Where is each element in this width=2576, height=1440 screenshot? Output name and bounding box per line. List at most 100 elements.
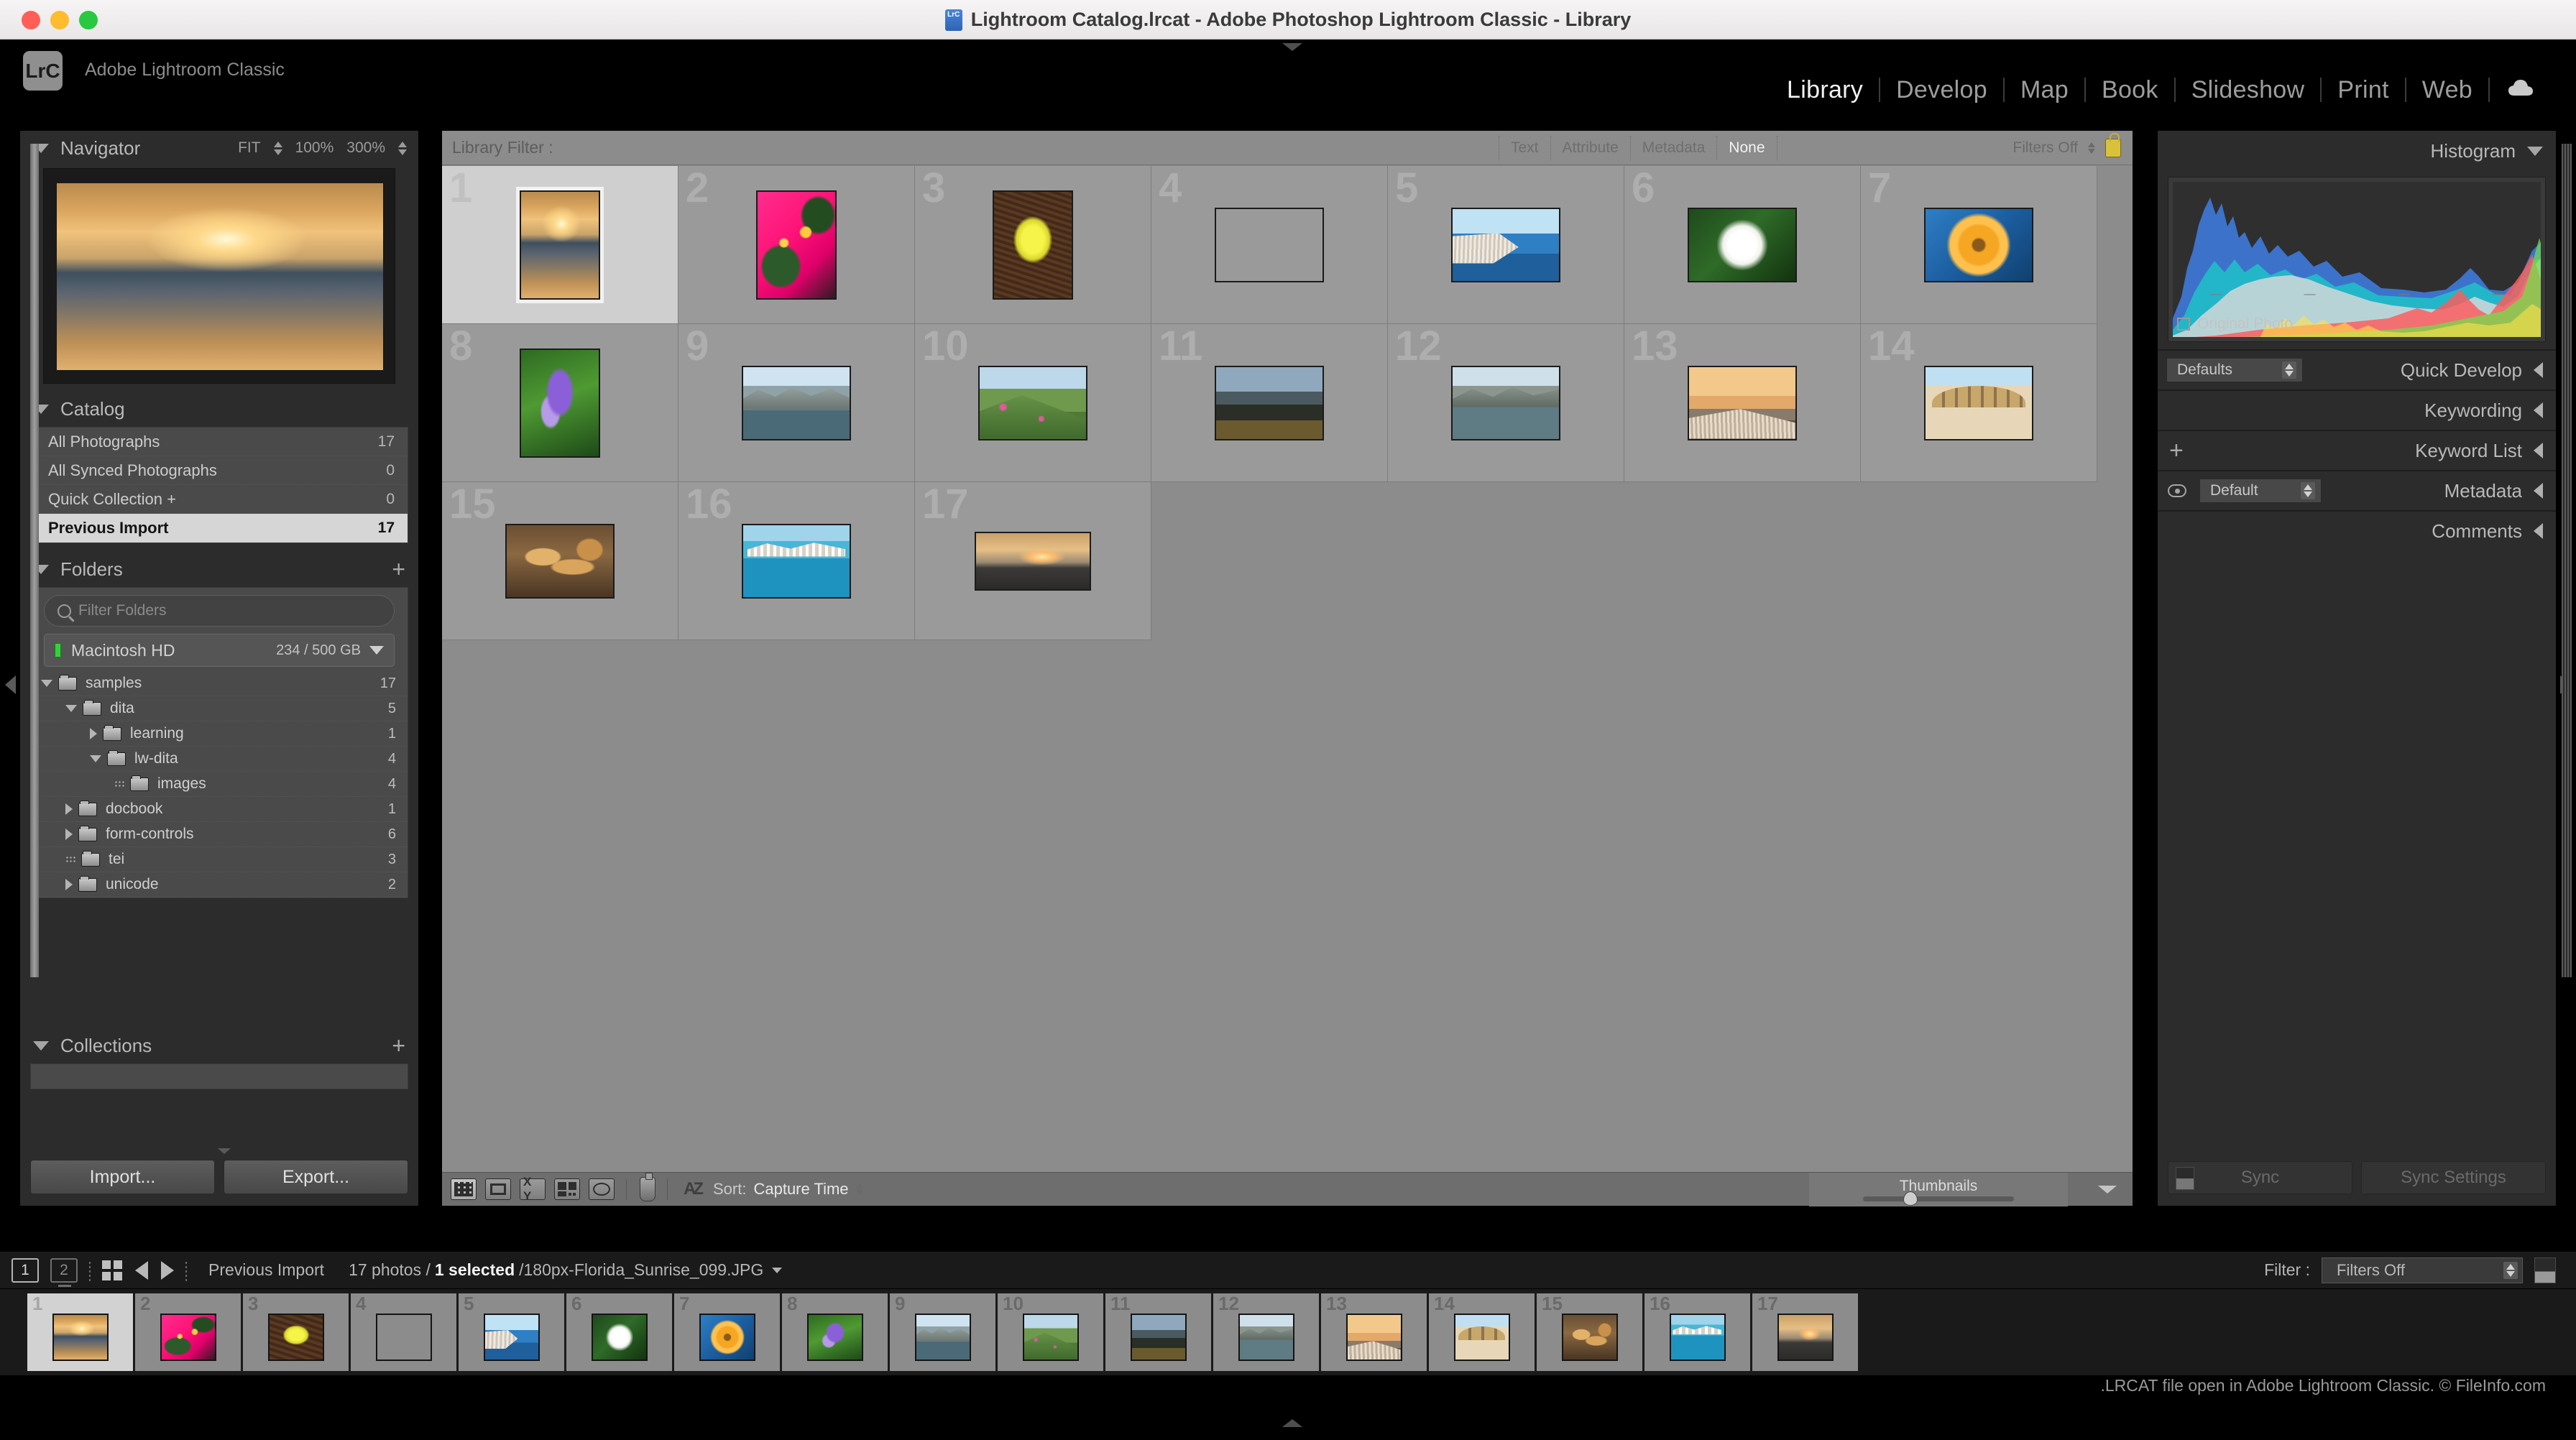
add-folder-button[interactable]: + <box>392 558 405 581</box>
grid-cell[interactable]: 7 <box>1861 166 2097 324</box>
chevron-right-icon[interactable] <box>65 879 73 890</box>
back-arrow-icon[interactable] <box>135 1260 148 1280</box>
filmstrip-thumbnail[interactable] <box>699 1314 755 1361</box>
quick-develop-disclosure-icon[interactable] <box>2534 362 2543 378</box>
keywording-header[interactable]: Keywording <box>2158 389 2556 430</box>
histogram-disclosure-icon[interactable] <box>2527 146 2543 156</box>
grid-cell[interactable]: 13 <box>1624 324 1861 482</box>
grid-thumbnail[interactable] <box>516 186 604 303</box>
filmstrip-flag-filter-icon[interactable] <box>2534 1257 2556 1283</box>
zoom-300-stepper-icon[interactable] <box>398 141 407 155</box>
folder-item-form-controls[interactable]: form-controls 6 <box>31 822 408 847</box>
grid-thumbnail[interactable] <box>520 348 600 458</box>
grid-cell[interactable]: 16 <box>678 482 915 640</box>
filmstrip-filter-combo[interactable]: Filters Off <box>2322 1257 2523 1283</box>
filmstrip-filter-stepper-icon[interactable] <box>2503 1261 2518 1279</box>
filmstrip-cell[interactable]: 13 <box>1321 1293 1427 1371</box>
quick-develop-preset-stepper-icon[interactable] <box>2282 361 2296 379</box>
library-filter-right-group[interactable]: Filters Off <box>2012 132 2121 157</box>
filmstrip-thumbnail[interactable] <box>1777 1314 1834 1361</box>
library-filter-tabs[interactable]: Text Attribute Metadata None <box>1499 135 1777 160</box>
folder-item-docbook[interactable]: docbook 1 <box>31 797 408 822</box>
catalog-item-quick-collection[interactable]: Quick Collection + 0 <box>31 485 408 514</box>
catalog-item-all-photographs[interactable]: All Photographs 17 <box>31 428 408 456</box>
grid-thumbnail[interactable] <box>1688 365 1797 440</box>
chevron-right-icon[interactable] <box>65 803 73 815</box>
grid-cell[interactable]: 3 <box>915 166 1151 324</box>
grid-cell[interactable]: 12 <box>1388 324 1624 482</box>
bottom-panel-reveal-arrow[interactable] <box>1282 1419 1302 1427</box>
grid-thumbnail[interactable] <box>978 365 1087 440</box>
grid-cell[interactable]: 17 <box>915 482 1151 640</box>
folder-item-unicode[interactable]: unicode 2 <box>31 872 408 897</box>
comments-disclosure-icon[interactable] <box>2534 523 2543 539</box>
left-panel-reveal-arrow[interactable] <box>218 1148 231 1154</box>
filmstrip-thumbnail[interactable] <box>1346 1314 1402 1361</box>
filmstrip-grid-icon[interactable] <box>102 1260 122 1280</box>
quick-develop-header[interactable]: Defaults Quick Develop <box>2158 349 2556 389</box>
thumbnail-grid[interactable]: 1 2 3 4 5 6 7 8 9 10 11 12 13 14 15 16 17 <box>442 166 2133 1143</box>
grid-thumbnail[interactable] <box>975 531 1091 591</box>
filmstrip-thumbnail[interactable] <box>52 1314 109 1361</box>
navigator-zoom-controls[interactable]: FIT 100% 300% <box>238 139 407 157</box>
metadata-preset-stepper-icon[interactable] <box>2301 482 2315 499</box>
keyword-list-header[interactable]: + Keyword List <box>2158 430 2556 470</box>
filmstrip-cell[interactable]: 5 <box>459 1293 564 1371</box>
compare-view-icon[interactable]: X Y <box>520 1175 546 1203</box>
sort-az-icon[interactable]: A Z <box>684 1179 704 1199</box>
grid-thumbnail[interactable] <box>742 365 851 440</box>
grid-thumbnail[interactable] <box>1688 207 1797 282</box>
toolbar-options-arrow[interactable] <box>2098 1185 2117 1194</box>
zoom-fit-label[interactable]: FIT <box>238 139 261 157</box>
grid-thumbnail[interactable] <box>1924 207 2033 282</box>
grid-thumbnail[interactable] <box>742 523 851 599</box>
filmstrip[interactable]: 1 2 3 4 5 6 7 8 9 10 11 12 13 14 15 16 17 <box>0 1289 2576 1375</box>
thumbnail-size-control[interactable]: Thumbnails <box>1809 1172 2068 1206</box>
module-develop[interactable]: Develop <box>1880 76 2003 104</box>
folder-item-samples[interactable]: samples 17 <box>31 671 408 696</box>
monitor-2-button[interactable]: 2 <box>50 1257 78 1287</box>
filmstrip-cell[interactable]: 11 <box>1105 1293 1211 1371</box>
grid-cell[interactable]: 11 <box>1151 324 1388 482</box>
grid-view-icon[interactable] <box>451 1178 477 1200</box>
filmstrip-thumbnail[interactable] <box>1022 1314 1079 1361</box>
filmstrip-cell[interactable]: 15 <box>1537 1293 1642 1371</box>
filmstrip-thumbnail[interactable] <box>1669 1314 1726 1361</box>
filmstrip-cell[interactable]: 10 <box>998 1293 1103 1371</box>
add-keyword-button[interactable]: + <box>2169 438 2184 463</box>
grid-thumbnail[interactable] <box>993 190 1073 300</box>
filmstrip-cell[interactable]: 17 <box>1752 1293 1858 1371</box>
grid-thumbnail[interactable] <box>1451 365 1560 440</box>
monitor-1-button[interactable]: 1 <box>12 1257 39 1283</box>
module-web[interactable]: Web <box>2406 76 2488 104</box>
filmstrip-source-label[interactable]: Previous Import <box>208 1260 324 1280</box>
spray-can-icon[interactable] <box>640 1173 656 1201</box>
filmstrip-thumbnail[interactable] <box>1561 1314 1618 1361</box>
dotted-disclosure-icon[interactable] <box>114 780 124 788</box>
filmstrip-thumbnail[interactable] <box>914 1314 971 1361</box>
catalog-item-previous-import[interactable]: Previous Import 17 <box>31 514 408 543</box>
left-panel-collapse-arrow[interactable] <box>5 675 16 694</box>
grid-cell[interactable]: 6 <box>1624 166 1861 324</box>
grid-thumbnail[interactable] <box>756 190 837 300</box>
cloud-icon[interactable] <box>2507 78 2536 102</box>
quick-develop-preset-combo[interactable]: Defaults <box>2166 358 2303 382</box>
grid-thumbnail[interactable] <box>1215 207 1324 282</box>
library-filter-tab-attribute[interactable]: Attribute <box>1550 135 1630 160</box>
collections-header[interactable]: Collections + <box>20 1028 418 1063</box>
grid-cell[interactable]: 14 <box>1861 324 2097 482</box>
catalog-header[interactable]: Catalog <box>20 391 418 427</box>
top-panel-reveal-arrow[interactable] <box>1282 43 1302 51</box>
filmstrip-cell[interactable]: 9 <box>890 1293 995 1371</box>
sync-toggle-icon[interactable] <box>2176 1167 2194 1190</box>
filmstrip-cell[interactable]: 8 <box>782 1293 888 1371</box>
metadata-preset-combo[interactable]: Default <box>2199 479 2322 503</box>
eye-icon[interactable] <box>2168 484 2186 497</box>
module-map[interactable]: Map <box>2005 76 2084 104</box>
grid-cell[interactable]: 4 <box>1151 166 1388 324</box>
comments-header[interactable]: Comments <box>2158 510 2556 550</box>
grid-thumbnail[interactable] <box>1215 365 1324 440</box>
library-filter-tab-metadata[interactable]: Metadata <box>1629 135 1717 160</box>
filmstrip-cell[interactable]: 12 <box>1213 1293 1319 1371</box>
folder-item-learning[interactable]: learning 1 <box>31 721 408 747</box>
